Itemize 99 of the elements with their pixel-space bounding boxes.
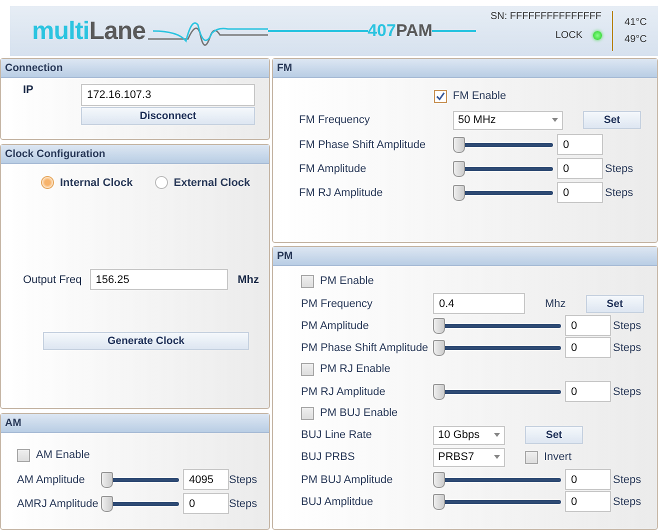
checkbox-label: FM Enable: [452, 90, 506, 102]
output-freq-field[interactable]: 156.25: [90, 269, 228, 290]
radio-label: External Clock: [174, 176, 250, 188]
ip-field[interactable]: 172.16.107.3: [81, 84, 255, 106]
temperature-reading: 49°C: [624, 34, 647, 45]
set-button[interactable]: Set: [583, 111, 641, 129]
field-label: BUJ Amplitdue: [301, 496, 374, 508]
panel-title: PM: [273, 247, 657, 266]
field-label: Output Freq: [23, 274, 82, 286]
unit-label: Steps: [229, 498, 258, 510]
slider[interactable]: [433, 384, 561, 400]
value-field[interactable]: 0: [183, 493, 229, 514]
checkbox[interactable]: [525, 450, 538, 464]
checkbox-label: PM RJ Enable: [320, 363, 390, 375]
field-label: FM Amplitude: [299, 162, 368, 174]
checkbox[interactable]: [17, 448, 30, 462]
field-label: BUJ PRBS: [301, 451, 356, 463]
slider[interactable]: [453, 184, 553, 200]
slider-thumb[interactable]: [453, 160, 465, 176]
set-button[interactable]: Set: [586, 294, 644, 312]
unit-label: Mhz: [238, 274, 259, 286]
frequency-field[interactable]: 0.4: [433, 293, 525, 314]
panel-title: FM: [273, 59, 657, 78]
radio-label: Internal Clock: [60, 176, 133, 188]
field-label: PM Frequency: [301, 298, 374, 310]
value-field[interactable]: 0: [565, 381, 611, 402]
unit-label: Steps: [229, 474, 258, 486]
checkbox[interactable]: [301, 274, 314, 288]
generate-clock-button[interactable]: Generate Clock: [43, 332, 249, 350]
set-button[interactable]: Set: [525, 426, 583, 444]
value-field[interactable]: 0: [557, 134, 603, 155]
serial-number: SN: FFFFFFFFFFFFFFF: [490, 11, 602, 22]
value-field[interactable]: 0: [565, 315, 611, 336]
unit-label: Steps: [613, 320, 642, 332]
slider-thumb[interactable]: [433, 472, 445, 488]
slider[interactable]: [433, 472, 561, 488]
value-field[interactable]: 4095: [183, 469, 229, 490]
slider-thumb[interactable]: [101, 472, 113, 488]
checkbox[interactable]: [301, 406, 314, 420]
caret-icon: [494, 455, 500, 459]
slider[interactable]: [433, 494, 561, 510]
unit-label: Steps: [613, 342, 642, 354]
field-label: AMRJ Amplitude: [17, 498, 97, 510]
checkbox-label: AM Enable: [36, 449, 90, 461]
field-label: BUJ Line Rate: [301, 429, 373, 441]
field-label: PM RJ Amplitude: [301, 386, 386, 398]
slider-thumb[interactable]: [433, 384, 445, 400]
panel-title: Clock Configuration: [1, 145, 269, 164]
slider-thumb[interactable]: [453, 136, 465, 152]
unit-label: Steps: [605, 186, 634, 198]
checkbox-label: PM BUJ Enable: [320, 407, 398, 419]
checkbox[interactable]: [301, 362, 314, 376]
ip-label: IP: [22, 84, 34, 96]
unit-label: Steps: [605, 162, 634, 174]
value-field[interactable]: 0: [565, 491, 611, 512]
checkbox-label: PM Enable: [320, 275, 374, 287]
field-label: FM RJ Amplitude: [299, 186, 384, 198]
slider-thumb[interactable]: [101, 496, 113, 512]
field-label: AM Amplitude: [17, 474, 86, 486]
value-field[interactable]: 0: [557, 158, 603, 179]
checkbox[interactable]: [434, 90, 447, 102]
slider-thumb[interactable]: [433, 494, 445, 510]
disconnect-button[interactable]: Disconnect: [81, 107, 255, 125]
lock-label: LOCK: [555, 30, 583, 41]
field-label: FM Frequency: [299, 114, 371, 126]
field-label: PM Phase Shift Amplitude: [301, 342, 429, 354]
caret-icon: [552, 118, 558, 122]
slider[interactable]: [453, 136, 553, 152]
slider[interactable]: [453, 160, 553, 176]
logo: multiLane: [32, 16, 146, 46]
checkbox-label: Invert: [544, 451, 572, 463]
field-label: PM BUJ Amplitude: [301, 474, 394, 486]
slider[interactable]: [101, 472, 179, 488]
value-field[interactable]: 0: [565, 337, 611, 358]
logo-line: [432, 30, 476, 32]
field-label: PM Amplitude: [301, 320, 370, 332]
value-field[interactable]: 0: [557, 182, 603, 203]
radio-button[interactable]: [154, 176, 168, 189]
panel-title: AM: [1, 414, 269, 433]
dropdown[interactable]: 50 MHz: [453, 110, 563, 130]
slider[interactable]: [433, 340, 561, 356]
caret-icon: [494, 433, 500, 437]
temperature-reading: 41°C: [624, 17, 647, 28]
model-name: 407PAM: [368, 21, 432, 41]
panel-title: Connection: [1, 59, 269, 78]
unit-label: Steps: [613, 496, 642, 508]
dropdown[interactable]: 10 Gbps: [433, 426, 505, 444]
slider-thumb[interactable]: [453, 184, 465, 200]
radio-button[interactable]: [41, 176, 54, 189]
unit-label: Mhz: [545, 298, 566, 310]
unit-label: Steps: [613, 474, 642, 486]
dropdown[interactable]: PRBS7: [433, 448, 505, 466]
unit-label: Steps: [613, 386, 642, 398]
slider-thumb[interactable]: [433, 318, 445, 334]
value-field[interactable]: 0: [565, 469, 611, 490]
slider[interactable]: [433, 318, 561, 334]
field-label: FM Phase Shift Amplitude: [299, 138, 427, 150]
slider-thumb[interactable]: [433, 340, 445, 356]
slider[interactable]: [101, 496, 179, 512]
